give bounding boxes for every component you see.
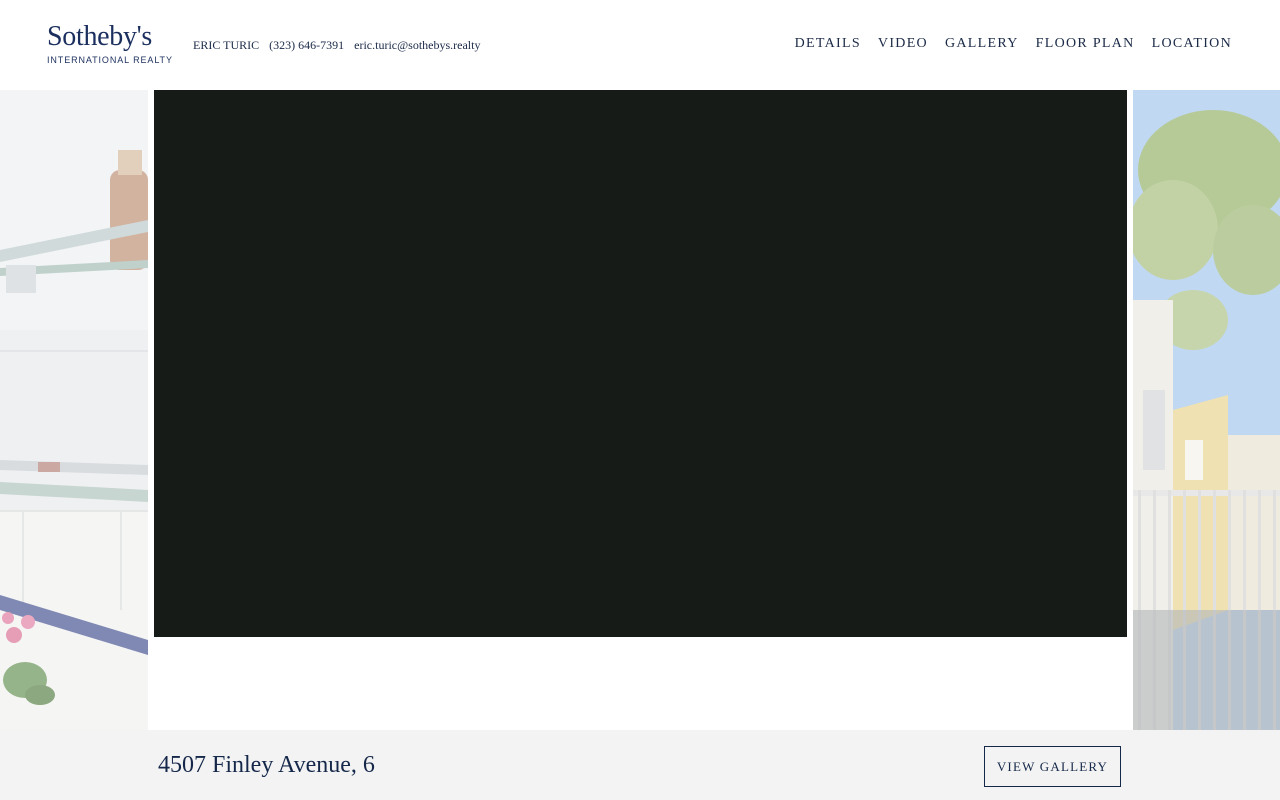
sothebys-logo[interactable]: Sotheby's INTERNATIONAL REALTY [47, 21, 173, 68]
nav-video[interactable]: VIDEO [878, 36, 928, 52]
agent-phone-link[interactable]: (323) 646-7391 [269, 38, 344, 53]
nav-details[interactable]: DETAILS [795, 36, 861, 52]
main-nav: DETAILS VIDEO GALLERY FLOOR PLAN LOCATIO… [795, 36, 1232, 52]
slide-fade-overlay [1133, 90, 1280, 730]
nav-gallery[interactable]: GALLERY [945, 36, 1019, 52]
nav-floor-plan[interactable]: FLOOR PLAN [1036, 36, 1135, 52]
agent-email-link[interactable]: eric.turic@sothebys.realty [354, 38, 480, 53]
view-gallery-button[interactable]: VIEW GALLERY [984, 746, 1121, 787]
next-slide-photo[interactable] [1133, 90, 1280, 730]
agent-name: ERIC TURIC [193, 38, 260, 52]
previous-slide-photo[interactable] [0, 90, 148, 730]
listing-footer-bar: 4507 Finley Avenue, 6 VIEW GALLERY [0, 730, 1280, 800]
property-address: 4507 Finley Avenue, 6 [158, 752, 375, 778]
slide-fade-overlay [0, 90, 148, 730]
agent-contact: ERIC TURIC (323) 646-7391 eric.turic@sot… [193, 38, 480, 53]
logo-tagline: INTERNATIONAL REALTY [47, 55, 173, 65]
video-player[interactable] [154, 90, 1127, 637]
logo-wordmark: Sotheby's [47, 21, 153, 52]
video-spacer [154, 637, 1127, 730]
site-header: Sotheby's INTERNATIONAL REALTY ERIC TURI… [0, 0, 1280, 90]
nav-location[interactable]: LOCATION [1152, 36, 1232, 52]
